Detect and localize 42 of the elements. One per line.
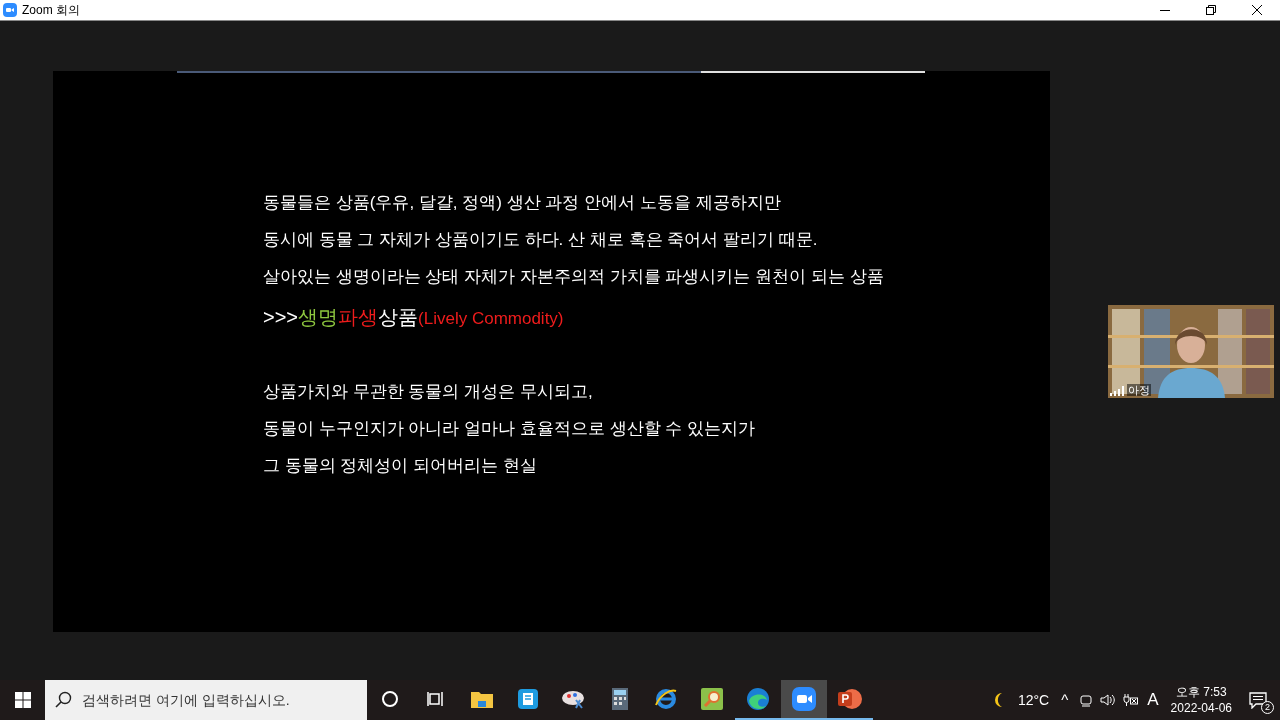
book-icon — [517, 688, 539, 710]
slide-text-line: 살아있는 생명이라는 상태 자체가 자본주의적 가치를 파생시키는 원천이 되는 상품 — [263, 266, 885, 288]
slide-text-line: 동물이 누구인지가 아니라 얼마나 효율적으로 생산할 수 있는지가 — [263, 418, 757, 440]
headline-text: 파생 — [338, 305, 379, 330]
video-camera-icon — [792, 687, 816, 711]
close-icon — [1252, 5, 1262, 15]
slide-text-line: 상품가치와 무관한 동물의 개성은 무시되고, — [263, 381, 594, 403]
search-icon — [55, 691, 72, 708]
participant-name: 아정 — [1127, 384, 1151, 396]
speaker-icon — [1100, 693, 1117, 707]
task-view-icon — [427, 691, 445, 707]
input-method-indicator[interactable]: A — [1147, 687, 1159, 713]
taskbar-app-button[interactable] — [781, 680, 827, 720]
window-title: Zoom 회의 — [22, 2, 80, 19]
message-icon — [1249, 691, 1267, 709]
clock-date: 2022-04-06 — [1170, 700, 1232, 716]
power-plug-icon — [1122, 693, 1139, 707]
slide-text-line: 동시에 동물 그 자체가 상품이기도 하다. 산 채로 혹은 죽어서 팔리기 때문. — [263, 229, 819, 251]
calculator-icon — [611, 687, 629, 711]
headline-text: 상품 — [378, 305, 419, 330]
weather-temperature: 12°C — [1017, 690, 1050, 710]
search-field[interactable]: 검색하려면 여기에 입력하십시오. — [45, 680, 367, 720]
slides-app-icon — [837, 687, 863, 711]
circle-icon — [381, 690, 399, 708]
edge-browser-icon — [746, 687, 770, 711]
magnifier-icon — [701, 688, 723, 710]
headline-text: >>> — [263, 305, 299, 330]
windows-logo-icon — [14, 692, 31, 708]
clock-time: 오후 7:53 — [1175, 684, 1227, 700]
slide-text-line: 동물들은 상품(우유, 달걀, 정액) 생산 과정 안에서 노동을 제공하지만 — [263, 192, 782, 214]
browser-e-icon — [654, 687, 678, 711]
signal-icon — [1110, 386, 1124, 396]
headline-text: (Lively Commodity) — [418, 308, 564, 330]
app-logo-icon — [3, 3, 17, 17]
headline-text: 생명 — [298, 305, 339, 330]
restore-icon — [1206, 5, 1216, 15]
slide-text-line: 그 동물의 정체성이 되어버리는 현실 — [263, 455, 538, 477]
palette-icon — [561, 688, 587, 710]
notification-count: 2 — [1261, 701, 1274, 714]
folder-icon — [470, 689, 494, 709]
tray-caret[interactable]: ^ — [1061, 688, 1069, 712]
minimize-icon — [1160, 9, 1170, 11]
